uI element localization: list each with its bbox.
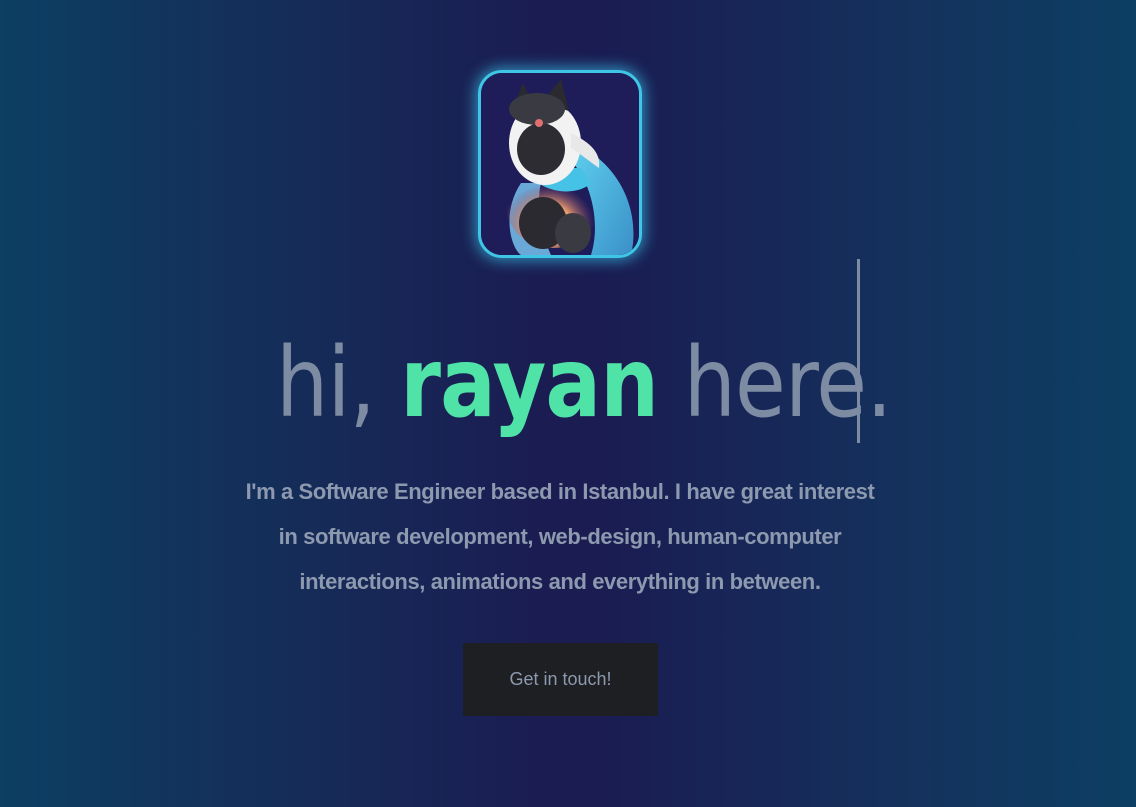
get-in-touch-button[interactable]: Get in touch!	[463, 643, 658, 716]
greeting-headline: hi, rayan here.	[276, 318, 892, 448]
hero-section: hi, rayan here. I'm a Software Engineer …	[0, 0, 1136, 807]
bio-paragraph: I'm a Software Engineer based in Istanbu…	[245, 479, 875, 594]
name-highlight: rayan	[400, 327, 659, 439]
greeting-prefix: hi,	[276, 327, 401, 439]
avatar	[478, 70, 642, 258]
avatar-character-icon	[481, 73, 639, 255]
typing-cursor	[857, 259, 860, 443]
